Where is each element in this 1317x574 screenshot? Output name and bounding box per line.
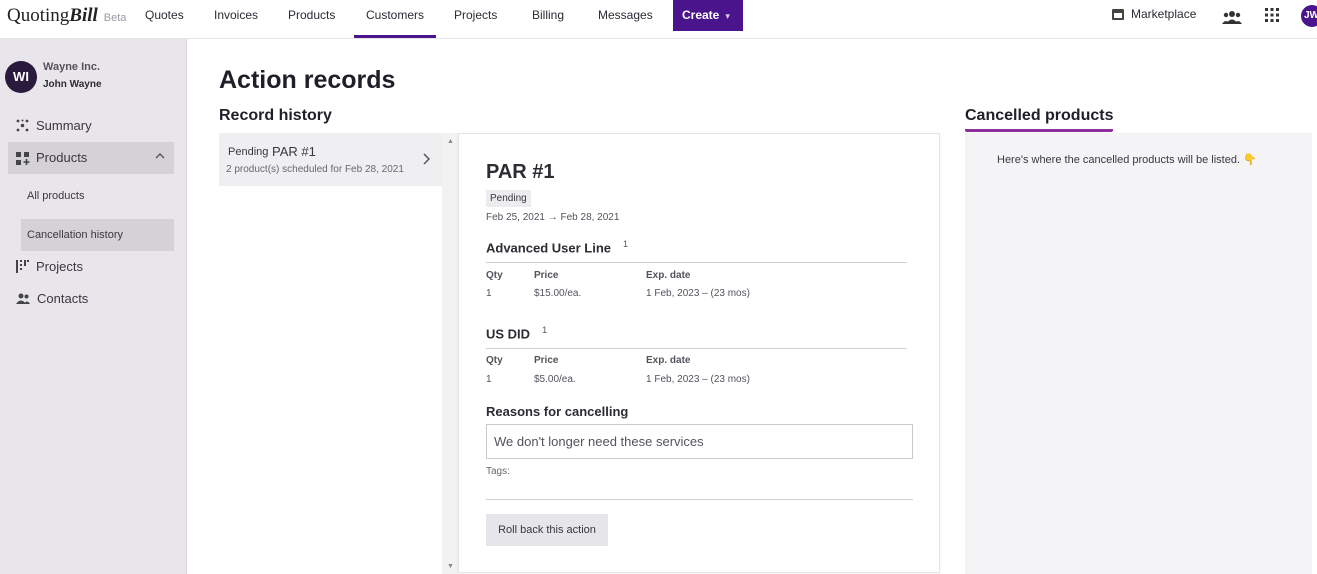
record-history-heading: Record history (219, 107, 332, 124)
status-badge: Pending (486, 190, 531, 207)
product-count: 1 (623, 239, 629, 249)
sidebar-item-products[interactable]: Products (8, 142, 174, 174)
nav-products[interactable]: Products (288, 0, 335, 38)
reasons-heading: Reasons for cancelling (486, 404, 629, 419)
exp-date-value: 1 Feb, 2023 – (23 mos) (646, 374, 750, 385)
nav-projects[interactable]: Projects (454, 0, 497, 38)
top-navbar: QuotingBill Beta Quotes Invoices Products… (0, 0, 1317, 39)
exp-date-header: Exp. date (646, 270, 691, 281)
org-name: Wayne Inc. (43, 61, 101, 73)
scrollbar[interactable]: ▲ ▼ (442, 133, 458, 574)
create-button[interactable]: Create ▾ (673, 0, 743, 31)
product-name: Advanced User Line 1 (486, 239, 629, 256)
sidebar-item-summary[interactable]: Summary (16, 118, 92, 133)
apps-grid-icon[interactable] (1265, 8, 1279, 22)
qty-value: 1 (486, 288, 492, 299)
qty-header: Qty (486, 355, 503, 366)
record-list: Pending PAR #1 2 product(s) scheduled fo… (219, 133, 442, 574)
sidebar-item-projects[interactable]: Projects (16, 259, 83, 274)
nav-invoices[interactable]: Invoices (214, 0, 258, 38)
divider (486, 348, 907, 349)
cancelled-products-heading: Cancelled products (965, 107, 1114, 132)
store-icon (1112, 9, 1124, 20)
org-user-name: John Wayne (43, 79, 102, 90)
beta-badge: Beta (103, 12, 127, 24)
sidebar: WI Wayne Inc. John Wayne Summary Product… (0, 39, 187, 574)
divider (486, 262, 907, 263)
sidebar-item-all-products[interactable]: All products (27, 190, 84, 202)
marketplace-link[interactable]: Marketplace (1111, 7, 1196, 21)
tags-input[interactable] (486, 499, 913, 500)
price-header: Price (534, 270, 559, 281)
qty-header: Qty (486, 270, 503, 281)
price-header: Price (534, 355, 559, 366)
cancelled-products-panel: Here's where the cancelled products will… (965, 133, 1312, 574)
nav-billing[interactable]: Billing (532, 0, 564, 38)
rollback-button[interactable]: Roll back this action (486, 514, 608, 546)
sidebar-item-contacts[interactable]: Contacts (16, 291, 88, 306)
record-subtitle: 2 product(s) scheduled for Feb 28, 2021 (226, 164, 404, 175)
record-name: PAR #1 (272, 144, 316, 159)
exp-date-value: 1 Feb, 2023 – (23 mos) (646, 288, 750, 299)
product-name: US DID 1 (486, 325, 548, 342)
nav-messages[interactable]: Messages (598, 0, 653, 38)
record-status: Pending (228, 146, 269, 158)
exp-date-header: Exp. date (646, 355, 691, 366)
user-avatar[interactable]: JW (1301, 5, 1317, 27)
detail-title: PAR #1 (486, 161, 555, 183)
projects-icon (16, 260, 29, 273)
nav-customers[interactable]: Customers (354, 0, 436, 38)
nav-quotes[interactable]: Quotes (145, 0, 184, 38)
chevron-down-icon: ▾ (725, 11, 730, 21)
summary-icon (16, 119, 29, 132)
qty-value: 1 (486, 374, 492, 385)
price-value: $15.00/ea. (534, 288, 582, 299)
contacts-icon (16, 293, 30, 304)
reason-field[interactable]: We don't longer need these services (486, 424, 913, 459)
chevron-right-icon (423, 153, 430, 165)
detail-dates: Feb 25, 2021 → Feb 28, 2021 (486, 212, 620, 223)
org-avatar[interactable]: WI (5, 61, 37, 93)
scroll-up-arrow[interactable]: ▲ (447, 138, 454, 145)
scroll-down-arrow[interactable]: ▼ (447, 563, 454, 570)
sidebar-item-cancellation-history[interactable]: Cancellation history (21, 219, 174, 251)
product-count: 1 (542, 325, 548, 335)
record-list-item[interactable]: Pending PAR #1 2 product(s) scheduled fo… (219, 133, 442, 186)
chevron-up-icon (155, 153, 165, 159)
cancelled-empty-message: Here's where the cancelled products will… (997, 154, 1257, 166)
people-icon[interactable] (1222, 10, 1242, 24)
tags-label: Tags: (486, 466, 510, 477)
page-title: Action records (219, 66, 396, 94)
logo[interactable]: QuotingBill Beta (7, 5, 126, 27)
record-detail-card: PAR #1 Pending Feb 25, 2021 → Feb 28, 20… (458, 133, 940, 573)
products-icon (16, 152, 30, 165)
price-value: $5.00/ea. (534, 374, 576, 385)
